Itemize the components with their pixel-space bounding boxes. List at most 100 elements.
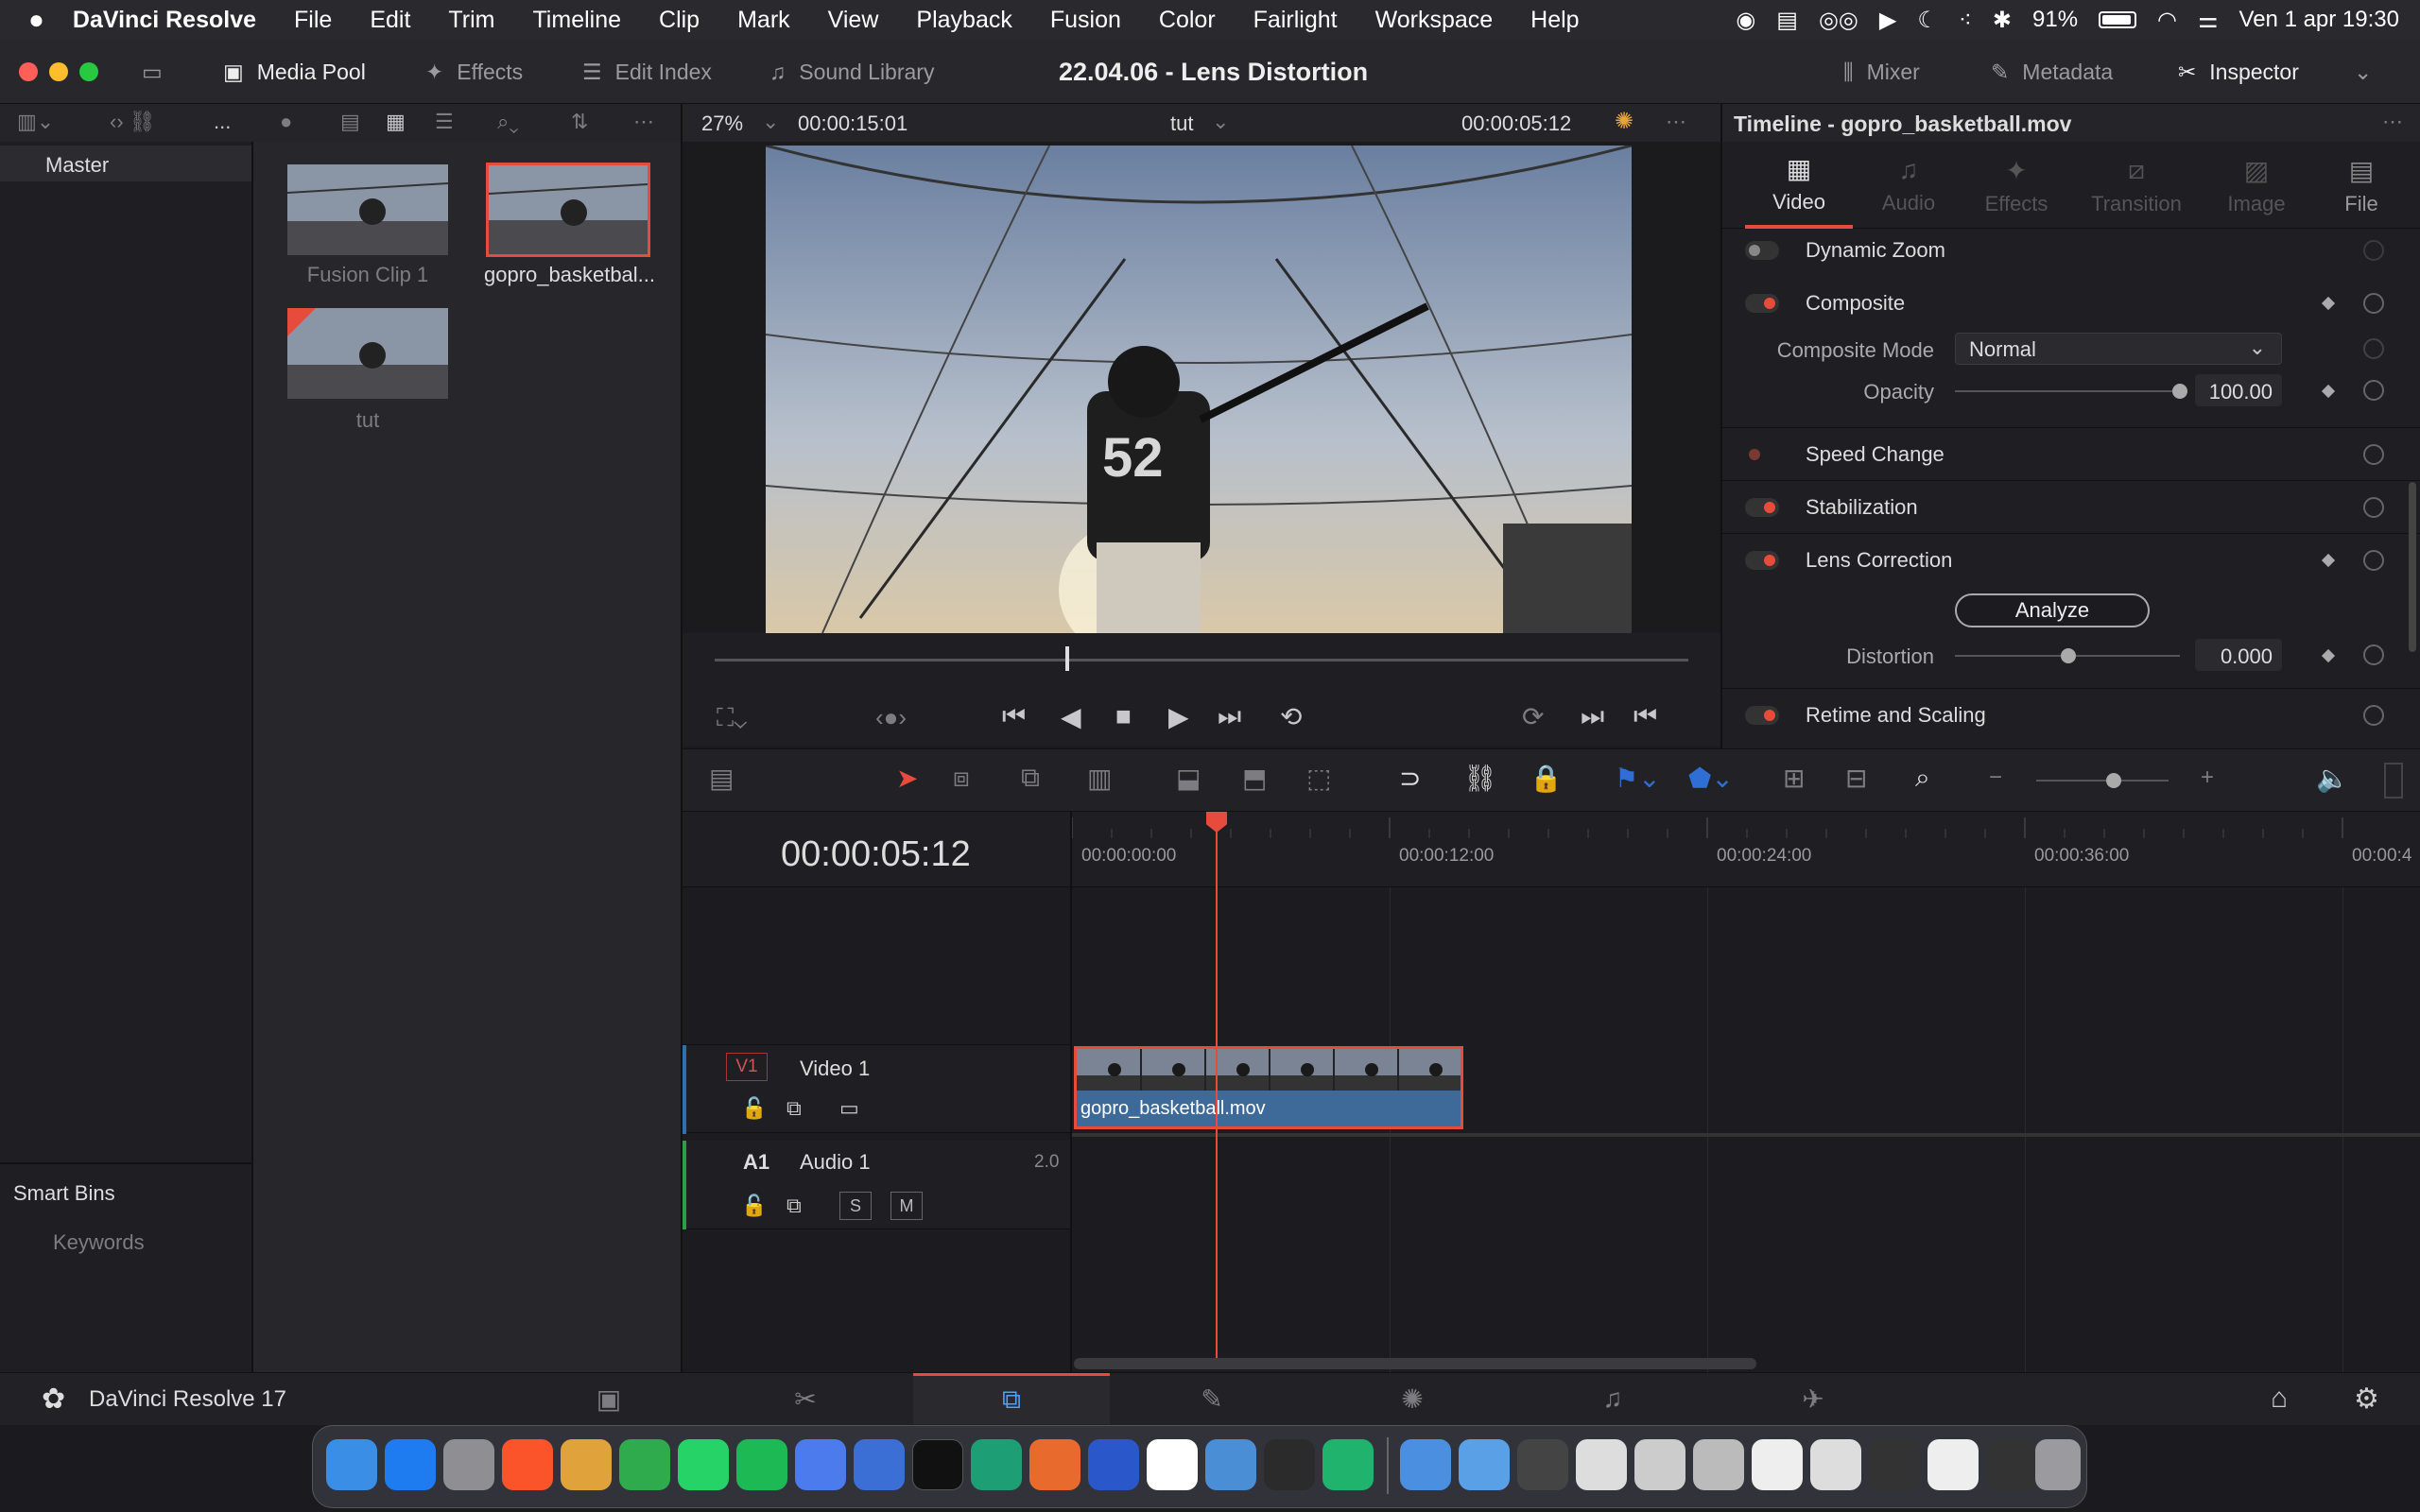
app-store-icon[interactable] (385, 1439, 436, 1490)
applications-folder-icon[interactable] (1459, 1439, 1510, 1490)
sort-icon[interactable]: ⇅ (571, 110, 588, 134)
track-destination-a1[interactable]: A1 (743, 1150, 769, 1175)
distortion-slider-handle[interactable] (2061, 648, 2076, 663)
disable-track-icon[interactable]: ▭ (839, 1096, 859, 1121)
transform-icon[interactable]: ⛶⌄ (717, 703, 747, 733)
mixer-button[interactable]: ⫼ Mixer (1843, 40, 1920, 104)
reset-icon[interactable] (2363, 293, 2384, 314)
section-retime-scaling[interactable]: Retime and Scaling (1722, 690, 2407, 741)
metadata-view-icon[interactable]: ▤ (340, 110, 360, 134)
web-app-icon[interactable] (854, 1439, 905, 1490)
menu-playback[interactable]: Playback (916, 7, 1011, 34)
play-icon[interactable]: ▶ (1168, 701, 1189, 732)
timeline-scrollbar[interactable] (1074, 1358, 1756, 1369)
sync-app-icon[interactable] (619, 1439, 670, 1490)
go-to-start-icon[interactable]: ⏮ (1002, 701, 1026, 732)
menu-view[interactable]: View (828, 7, 879, 34)
system-preferences-icon[interactable] (443, 1439, 494, 1490)
play-reverse-icon[interactable]: ◀ (1061, 701, 1081, 732)
timeline-view-options-icon[interactable]: ▤ (709, 763, 734, 794)
whatsapp-icon[interactable] (678, 1439, 729, 1490)
page-deliver[interactable]: ✈ (1715, 1373, 1911, 1424)
marker-icon[interactable]: ⬟⌄ (1688, 763, 1734, 794)
zoom-in-icon[interactable]: + (2201, 765, 2214, 791)
section-dynamic-zoom[interactable]: Dynamic Zoom (1722, 229, 2407, 272)
mail-app-icon[interactable] (795, 1439, 846, 1490)
brave-browser-icon[interactable] (502, 1439, 553, 1490)
page-edit[interactable]: ⧉ (913, 1373, 1110, 1424)
menu-workspace[interactable]: Workspace (1375, 7, 1494, 34)
minimize-window-button[interactable] (49, 62, 68, 81)
trash-icon[interactable] (2035, 1439, 2081, 1490)
page-color[interactable]: ✺ (1314, 1373, 1511, 1424)
page-cut[interactable]: ✂ (707, 1373, 904, 1424)
trim-tool-icon[interactable]: ⧈ (953, 763, 970, 794)
tab-transition[interactable]: ⧄ Transition (2074, 142, 2199, 229)
window-thumbnail-icon[interactable] (1576, 1439, 1627, 1490)
track-header-v1[interactable]: V1 Video 1 🔓 ⧉ ▭ (683, 1044, 1070, 1134)
dynamic-trim-icon[interactable]: ⧉ (1021, 763, 1040, 794)
page-fusion[interactable]: ✎ (1114, 1373, 1310, 1424)
facetime-icon[interactable] (1322, 1439, 1374, 1490)
gear-icon[interactable]: ⚙ (2354, 1383, 2379, 1416)
position-lock-icon[interactable]: 🔒 (1530, 763, 1563, 794)
reset-icon[interactable] (2363, 338, 2384, 359)
audio-volume-icon[interactable]: 🔈 (2316, 763, 2349, 794)
next-edit-icon[interactable]: ⏭ (1581, 701, 1604, 732)
reset-icon[interactable] (2363, 240, 2384, 261)
options-icon[interactable]: ⋯ (633, 110, 654, 134)
composite-mode-select[interactable]: Normal ⌄ (1955, 333, 2282, 365)
davinci-resolve-icon[interactable] (1264, 1439, 1315, 1490)
page-media[interactable]: ▣ (510, 1373, 707, 1424)
list-view-icon[interactable]: ☰ (435, 110, 454, 134)
menu-color[interactable]: Color (1159, 7, 1216, 34)
chevron-down-icon[interactable]: ⌄ (762, 110, 779, 134)
page-fairlight[interactable]: ♫ (1514, 1373, 1711, 1424)
timeline-clip[interactable]: gopro_basketball.mov (1074, 1046, 1463, 1129)
control-center-icon[interactable]: ⚌ (2198, 7, 2219, 34)
inspector-scrollbar[interactable] (2409, 482, 2416, 652)
snapping-icon[interactable]: ⊃ (1399, 763, 1421, 794)
speed-change-toggle[interactable] (1745, 445, 1779, 464)
lock-icon[interactable]: 🔓 (741, 1194, 767, 1218)
battery-icon[interactable] (2099, 11, 2137, 28)
spotify-icon[interactable] (736, 1439, 787, 1490)
viewer-canvas[interactable]: 52 (683, 142, 1720, 633)
match-frame-icon[interactable]: ⟳ (1522, 701, 1544, 732)
clock[interactable]: Ven 1 apr 19:30 (2239, 7, 2399, 33)
stack-icon[interactable]: ▤ (1776, 7, 1798, 34)
menu-fairlight[interactable]: Fairlight (1253, 7, 1338, 34)
insert-clip-icon[interactable]: ⬓ (1176, 763, 1201, 794)
reset-icon[interactable] (2363, 705, 2384, 726)
scrubber-track[interactable] (715, 659, 1688, 662)
zoom-window-button[interactable] (79, 62, 98, 81)
window-thumbnail-icon[interactable] (1927, 1439, 1979, 1490)
reset-icon[interactable] (2363, 380, 2384, 401)
menu-file[interactable]: File (294, 7, 332, 34)
viewer-timeline-name[interactable]: tut (1170, 112, 1193, 136)
window-thumbnail-icon[interactable] (1693, 1439, 1744, 1490)
tab-image[interactable]: ▨ Image (2204, 142, 2308, 229)
apple-icon[interactable]: ● (28, 5, 44, 35)
bin-master[interactable]: Master (0, 146, 251, 181)
dynamic-zoom-toggle[interactable] (1745, 241, 1779, 260)
smart-bin-keywords[interactable]: Keywords (53, 1230, 145, 1255)
more-menu[interactable]: ... (214, 110, 231, 134)
opacity-slider[interactable] (1955, 390, 2180, 392)
bluetooth-icon[interactable]: ✱ (1993, 7, 2012, 34)
section-speed-change[interactable]: Speed Change (1722, 429, 2407, 480)
glasses-icon[interactable]: ◎◎ (1819, 7, 1858, 34)
webex-icon[interactable] (1088, 1439, 1139, 1490)
sidebar-toggle-icon[interactable]: ▥⌄ (17, 110, 54, 134)
launchpad-icon[interactable] (561, 1439, 612, 1490)
nav-arrows-icon[interactable]: ‹› ⛓ (110, 110, 156, 134)
timeline-ruler[interactable]: 00:00:00:00 00:00:12:00 00:00:24:00 00:0… (1072, 812, 2420, 887)
menu-timeline[interactable]: Timeline (532, 7, 621, 34)
clip-thumbnail[interactable] (287, 164, 448, 255)
reset-icon[interactable] (2363, 497, 2384, 518)
options-icon[interactable]: ⋯ (2382, 110, 2403, 134)
zoom-level[interactable]: 27% (701, 112, 743, 136)
zoom-custom-icon[interactable]: ⌕ (1915, 763, 1930, 794)
matlab-icon[interactable] (1029, 1439, 1080, 1490)
search-icon[interactable]: ⌕⌄ (497, 110, 519, 134)
